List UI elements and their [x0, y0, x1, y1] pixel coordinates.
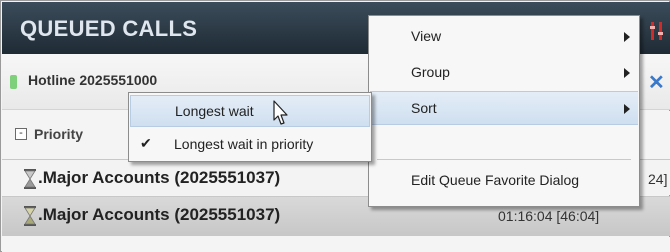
hourglass-icon: [24, 169, 36, 189]
menu-item-sort[interactable]: Sort: [370, 91, 638, 125]
call-name: .Major Accounts (2025551037): [38, 168, 281, 187]
sort-option-label: Longest wait: [175, 103, 254, 119]
settings-icon[interactable]: [650, 20, 664, 42]
submenu-arrow-icon: [624, 32, 630, 42]
sort-option-longest-wait-in-priority[interactable]: ✔ Longest wait in priority: [130, 129, 370, 161]
menu-item-edit-queue-favorite[interactable]: Edit Queue Favorite Dialog: [370, 164, 638, 198]
status-indicator: [10, 75, 17, 89]
sort-submenu: Longest wait ✔ Longest wait in priority: [128, 92, 372, 162]
submenu-arrow-icon: [624, 68, 630, 78]
menu-item-view[interactable]: View: [370, 20, 638, 54]
sort-option-label: Longest wait in priority: [174, 136, 314, 152]
call-wait-time: 01:16:04 [46:04]: [498, 208, 600, 224]
context-menu: View Group Sort Edit Queue Favorite Dial…: [368, 15, 640, 207]
hourglass-icon: [24, 206, 36, 226]
menu-item-label: View: [411, 28, 442, 44]
call-wait-time: 24]: [648, 171, 668, 187]
hotline-label: Hotline 2025551000: [28, 72, 158, 88]
menu-separator: [377, 159, 631, 160]
collapse-icon[interactable]: -: [15, 128, 27, 140]
close-icon[interactable]: ✕: [648, 70, 665, 95]
menu-item-label: Group: [411, 64, 450, 80]
submenu-arrow-icon: [624, 104, 630, 114]
menu-item-group[interactable]: Group: [370, 56, 638, 90]
menu-item-label: Edit Queue Favorite Dialog: [411, 172, 580, 188]
mouse-cursor-icon: [273, 100, 288, 125]
priority-label: Priority: [34, 126, 84, 142]
sort-option-longest-wait[interactable]: Longest wait: [130, 95, 370, 127]
call-name: .Major Accounts (2025551037): [38, 205, 281, 224]
panel-title: QUEUED CALLS: [20, 16, 198, 41]
panel-footer: [2, 237, 670, 252]
checkmark-icon: ✔: [140, 135, 152, 151]
menu-item-label: Sort: [411, 100, 437, 116]
